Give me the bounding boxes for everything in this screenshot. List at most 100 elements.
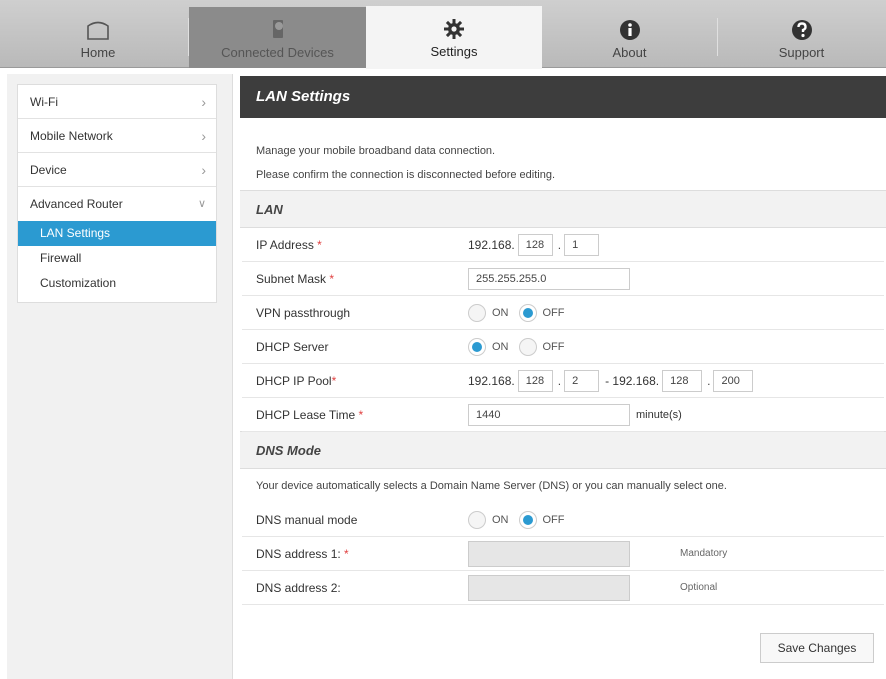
dns-address-2-hint: Optional: [680, 582, 718, 593]
ip-octet3-input[interactable]: 128: [517, 234, 553, 256]
dns-address-1-hint: Mandatory: [680, 548, 728, 559]
sidebar-item-wifi[interactable]: Wi-Fi ›: [18, 85, 216, 119]
dns-manual-mode-label: DNS manual mode: [256, 513, 358, 527]
help-icon: [791, 20, 812, 40]
required-mark: *: [329, 272, 335, 286]
tab-connected-devices-label: Connected Devices: [221, 45, 334, 60]
dns-manual-off-radio[interactable]: [518, 511, 537, 529]
lease-time-input[interactable]: 1440: [468, 404, 630, 426]
page-title: LAN Settings: [240, 76, 886, 118]
dhcp-on-radio[interactable]: [468, 338, 486, 356]
dns-address-2-label: DNS address 2:: [256, 581, 341, 595]
sidebar-menu: Wi-Fi › Mobile Network › Device › Advanc…: [17, 84, 217, 303]
dns-address-1-row: DNS address 1: * Mandatory: [242, 537, 884, 571]
tab-home[interactable]: Home: [8, 7, 188, 68]
sidebar-subitem-lan-settings[interactable]: LAN Settings: [18, 221, 216, 246]
sidebar-item-label: Device: [30, 163, 67, 177]
tab-settings-label: Settings: [430, 44, 478, 59]
required-mark: *: [344, 547, 349, 561]
pool-end-octet3-input[interactable]: 128: [662, 370, 703, 392]
device-icon: [272, 20, 283, 38]
dns-address-2-control: [468, 571, 630, 605]
subnet-mask-control: 255.255.255.0: [468, 262, 630, 296]
radio-label: ON: [492, 514, 509, 526]
required-mark: *: [331, 374, 337, 388]
main-panel: LAN Settings Manage your mobile broadban…: [240, 76, 886, 679]
sidebar-item-device[interactable]: Device ›: [18, 153, 216, 187]
dhcp-lease-time-label: DHCP Lease Time *: [256, 408, 364, 422]
dhcp-lease-time-control: 1440 minute(s): [468, 398, 682, 432]
dns-address-1-input[interactable]: [468, 541, 630, 567]
pool-end-octet4-input[interactable]: 200: [713, 370, 754, 392]
vpn-passthrough-row: VPN passthrough ON OFF: [242, 296, 884, 330]
sidebar-subitem-firewall[interactable]: Firewall: [18, 246, 216, 271]
ip-address-label: IP Address *: [256, 238, 322, 252]
chevron-right-icon: ›: [201, 128, 206, 144]
chevron-down-icon: ∨: [197, 198, 206, 210]
radio-label: OFF: [542, 307, 565, 319]
tab-support-label: Support: [778, 45, 825, 60]
tab-home-label: Home: [80, 45, 116, 60]
sidebar-item-label: Wi-Fi: [30, 95, 58, 109]
sidebar-submenu: LAN Settings Firewall Customization: [18, 221, 216, 302]
dhcp-server-row: DHCP Server ON OFF: [242, 330, 884, 364]
dhcp-ip-pool-row: DHCP IP Pool* 192.168. 128 . 2 - 192.168…: [242, 364, 884, 398]
dns-address-1-control: [468, 537, 630, 571]
sidebar-item-label: Advanced Router: [30, 197, 123, 211]
radio-label: OFF: [542, 514, 565, 526]
pool-start-prefix: 192.168.: [468, 374, 515, 388]
dns-manual-on-radio[interactable]: [468, 511, 486, 529]
tab-about[interactable]: About: [542, 7, 717, 68]
dhcp-ip-pool-label: DHCP IP Pool*: [256, 374, 337, 388]
pool-start-octet4-input[interactable]: 2: [564, 370, 600, 392]
dns-address-2-input[interactable]: [468, 575, 630, 601]
dhcp-server-label: DHCP Server: [256, 340, 329, 354]
ip-address-control: 192.168. 128 . 1: [468, 228, 600, 262]
vpn-off-radio[interactable]: [518, 304, 537, 322]
gear-icon: [444, 19, 464, 39]
octet-separator: .: [707, 374, 711, 388]
dns-description: Your device automatically selects a Doma…: [256, 480, 727, 492]
save-changes-button[interactable]: Save Changes: [760, 633, 874, 663]
dns-manual-mode-control: ON OFF: [468, 503, 575, 537]
sidebar-item-advanced-router[interactable]: Advanced Router ∨: [18, 187, 216, 221]
pool-start-octet3-input[interactable]: 128: [517, 370, 553, 392]
page-warning: Please confirm the connection is disconn…: [256, 169, 556, 181]
vpn-passthrough-control: ON OFF: [468, 296, 575, 330]
ip-address-row: IP Address * 192.168. 128 . 1: [242, 228, 884, 262]
dns-manual-mode-row: DNS manual mode ON OFF: [242, 503, 884, 537]
ip-prefix: 192.168.: [468, 238, 515, 252]
home-icon: [87, 21, 109, 40]
sidebar: Wi-Fi › Mobile Network › Device › Advanc…: [7, 74, 233, 679]
tab-settings[interactable]: Settings: [366, 6, 542, 69]
vpn-passthrough-label: VPN passthrough: [256, 306, 351, 320]
pool-end-prefix: - 192.168.: [605, 374, 660, 388]
tab-support[interactable]: Support: [717, 7, 886, 68]
dhcp-server-control: ON OFF: [468, 330, 575, 364]
sidebar-item-mobile-network[interactable]: Mobile Network ›: [18, 119, 216, 153]
top-nav: Home Connected Devices Settings About Su…: [0, 0, 886, 69]
chevron-right-icon: ›: [201, 94, 206, 110]
chevron-right-icon: ›: [201, 162, 206, 178]
vpn-on-radio[interactable]: [468, 304, 486, 322]
radio-label: ON: [492, 341, 509, 353]
octet-separator: .: [557, 374, 562, 388]
dhcp-ip-pool-control: 192.168. 128 . 2 - 192.168. 128 . 200: [468, 364, 754, 398]
tab-about-label: About: [612, 45, 647, 60]
section-lan-heading: LAN: [240, 190, 886, 228]
dhcp-lease-time-row: DHCP Lease Time * 1440 minute(s): [242, 398, 884, 432]
sidebar-subitem-customization[interactable]: Customization: [18, 271, 216, 296]
octet-separator: .: [557, 238, 562, 252]
page-description: Manage your mobile broadband data connec…: [256, 145, 496, 157]
subnet-mask-input[interactable]: 255.255.255.0: [468, 268, 630, 290]
info-icon: [619, 20, 640, 40]
lease-time-unit: minute(s): [636, 409, 682, 421]
dns-address-2-row: DNS address 2: Optional: [242, 571, 884, 605]
dhcp-off-radio[interactable]: [518, 338, 537, 356]
dns-address-1-label: DNS address 1: *: [256, 547, 349, 561]
radio-label: OFF: [542, 341, 565, 353]
ip-octet4-input[interactable]: 1: [564, 234, 600, 256]
tab-connected-devices[interactable]: Connected Devices: [189, 7, 366, 68]
subnet-mask-row: Subnet Mask * 255.255.255.0: [242, 262, 884, 296]
section-dns-heading: DNS Mode: [240, 431, 886, 469]
